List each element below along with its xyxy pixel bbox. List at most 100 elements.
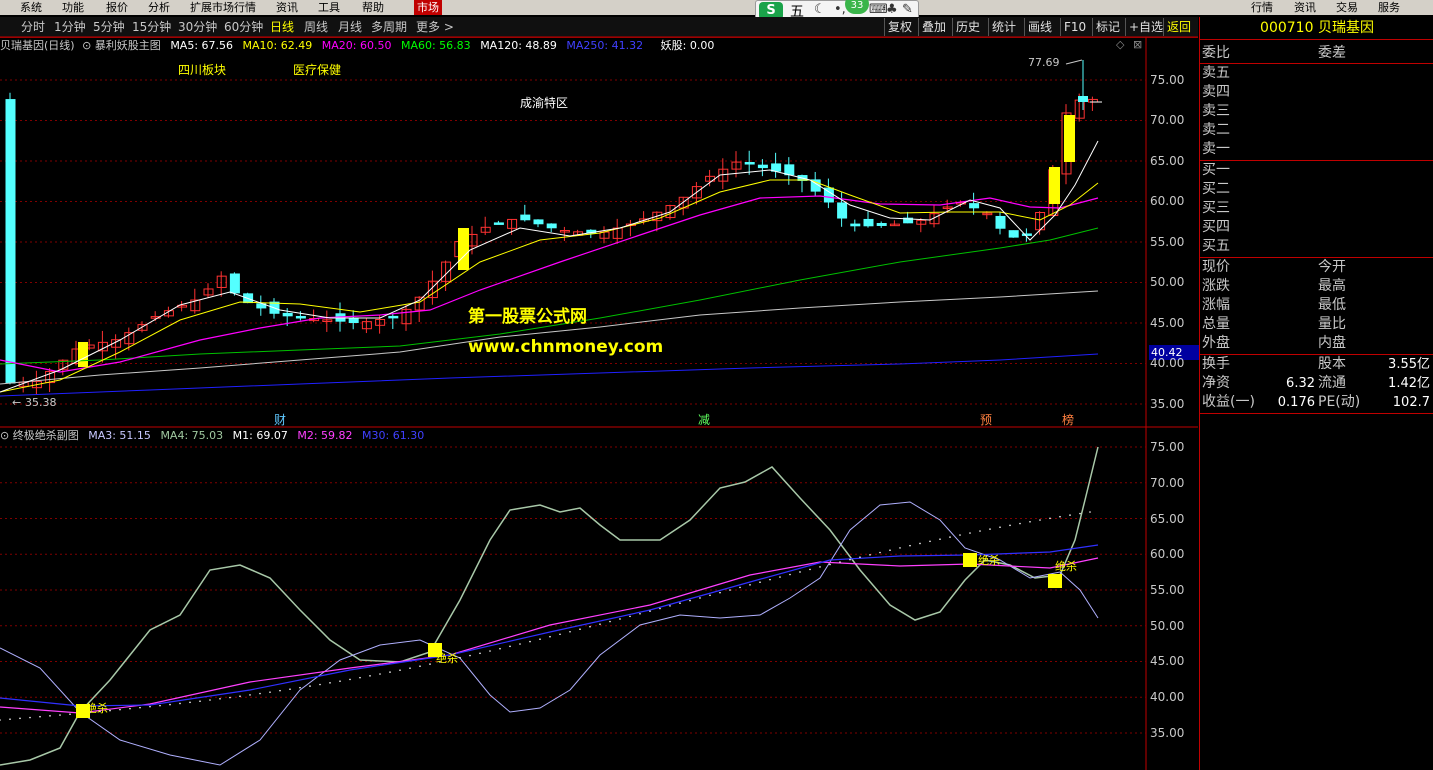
ma3-line xyxy=(0,501,1099,766)
m1-dot xyxy=(229,696,231,699)
quote-panel: 000710 贝瑞基因 委比 委差 卖五 卖四 卖三 卖二 卖一 买一 买二 买… xyxy=(1199,17,1433,770)
menu-right-info[interactable]: 资讯 xyxy=(1294,0,1316,15)
m1-dot xyxy=(389,671,391,673)
sub-y-label: 70.00 xyxy=(1150,476,1185,490)
m1-dot xyxy=(909,544,911,547)
sector-label-healthcare: 医疗保健 xyxy=(293,63,342,77)
m1-dot xyxy=(1059,515,1061,518)
stock-title[interactable]: 000710 贝瑞基因 xyxy=(1200,17,1433,40)
candle-body xyxy=(784,164,795,176)
sub-y-label: 55.00 xyxy=(1150,583,1185,597)
m1-dot xyxy=(1049,517,1051,520)
m1-dot xyxy=(549,635,551,638)
m1-dot xyxy=(0,719,1,721)
menu-right-quote[interactable]: 行情 xyxy=(1251,0,1273,15)
event-marker-forecast[interactable]: 预 xyxy=(980,411,992,428)
m1-dot xyxy=(429,663,431,665)
m1-dot xyxy=(29,716,31,719)
m1-dot xyxy=(629,615,631,618)
capital-label: 股本 xyxy=(1318,356,1346,372)
candle-body xyxy=(282,312,293,317)
m1-dot xyxy=(369,675,371,677)
buy-4-label: 买四 xyxy=(1202,219,1230,235)
m1-dot xyxy=(1019,522,1021,525)
m1-dot xyxy=(949,536,951,538)
m1-dot xyxy=(319,683,321,686)
divider xyxy=(1200,257,1433,258)
m1-dot xyxy=(409,667,411,669)
m1-dot xyxy=(1079,512,1081,515)
order-ratio-label: 委比 xyxy=(1202,45,1230,61)
m1-dot xyxy=(719,591,721,594)
sell-5-label: 卖五 xyxy=(1202,65,1230,81)
signal-square xyxy=(963,553,977,567)
m1-dot xyxy=(269,691,271,693)
high-price-label: 77.69 xyxy=(1028,56,1060,69)
main-y-label: 55.00 xyxy=(1150,235,1185,249)
m1-dot xyxy=(729,589,731,591)
sub-y-label: 75.00 xyxy=(1150,440,1185,454)
candle-body xyxy=(757,164,768,169)
buy-3-label: 买三 xyxy=(1202,200,1230,216)
signal-square xyxy=(1048,574,1062,588)
event-marker-ranking[interactable]: 榜 xyxy=(1062,411,1074,428)
ma250-line xyxy=(0,353,1099,397)
signal-label-3: 绝杀 xyxy=(978,554,1000,567)
low-label: 最低 xyxy=(1318,297,1346,313)
high-label: 最高 xyxy=(1318,278,1346,294)
capital-value: 3.55亿 xyxy=(1388,357,1430,372)
buy-2-label: 买二 xyxy=(1202,181,1230,197)
candle-body xyxy=(229,273,240,294)
m1-dot xyxy=(839,561,841,563)
m1-dot xyxy=(469,654,471,657)
m1-dot xyxy=(299,686,301,689)
inner-disk-label: 内盘 xyxy=(1318,335,1346,351)
sub-y-label: 65.00 xyxy=(1150,512,1185,526)
m1-dot xyxy=(509,645,511,648)
m1-dot xyxy=(1069,514,1071,516)
main-y-label: 50.00 xyxy=(1150,275,1185,289)
surge-bar xyxy=(78,342,88,367)
m1-dot xyxy=(819,566,821,568)
main-y-label: 75.00 xyxy=(1150,73,1185,87)
current-price-label: 现价 xyxy=(1202,259,1230,275)
ma10-line xyxy=(0,179,1099,393)
m1-dot xyxy=(859,556,861,558)
m1-dot xyxy=(769,578,771,581)
m1-dot xyxy=(329,682,331,684)
m1-dot xyxy=(689,599,691,602)
m1-dot xyxy=(209,699,211,701)
candle-body xyxy=(744,162,755,165)
main-y-label: 70.00 xyxy=(1150,113,1185,127)
m1-dot xyxy=(589,625,591,628)
watermark-title: 第一股票公式网 xyxy=(468,307,587,327)
m1-dot xyxy=(279,689,281,692)
sell-1-label: 卖一 xyxy=(1202,141,1230,157)
m1-dot xyxy=(1029,520,1031,523)
m1-dot xyxy=(129,707,131,710)
m2-line xyxy=(0,557,1099,714)
sub-y-label: 50.00 xyxy=(1150,619,1185,633)
event-marker-finance[interactable]: 财 xyxy=(274,411,286,428)
m1-dot xyxy=(139,706,141,709)
kline-chart-canvas[interactable] xyxy=(0,0,1198,770)
m1-dot xyxy=(519,643,521,645)
pe-value: 102.7 xyxy=(1392,395,1430,410)
candle-body xyxy=(348,317,359,324)
sub-y-label: 45.00 xyxy=(1150,654,1185,668)
signal-label-1: 绝杀 xyxy=(86,702,108,715)
candle-body xyxy=(295,315,306,319)
m1-dot xyxy=(999,526,1001,529)
m1-dot xyxy=(569,630,571,633)
menu-right-service[interactable]: 服务 xyxy=(1378,0,1400,15)
event-marker-reduce[interactable]: 减 xyxy=(698,411,710,428)
m1-dot xyxy=(239,695,241,698)
m1-dot xyxy=(419,665,421,667)
divider xyxy=(1200,160,1433,161)
menu-right-trade[interactable]: 交易 xyxy=(1336,0,1358,15)
low-price-label: 35.38 xyxy=(25,396,57,409)
sector-label-chengyu: 成渝特区 xyxy=(520,96,569,110)
sub-y-label: 35.00 xyxy=(1150,726,1185,740)
volume-label: 总量 xyxy=(1202,316,1230,332)
eps-value: 0.176 xyxy=(1277,395,1315,410)
